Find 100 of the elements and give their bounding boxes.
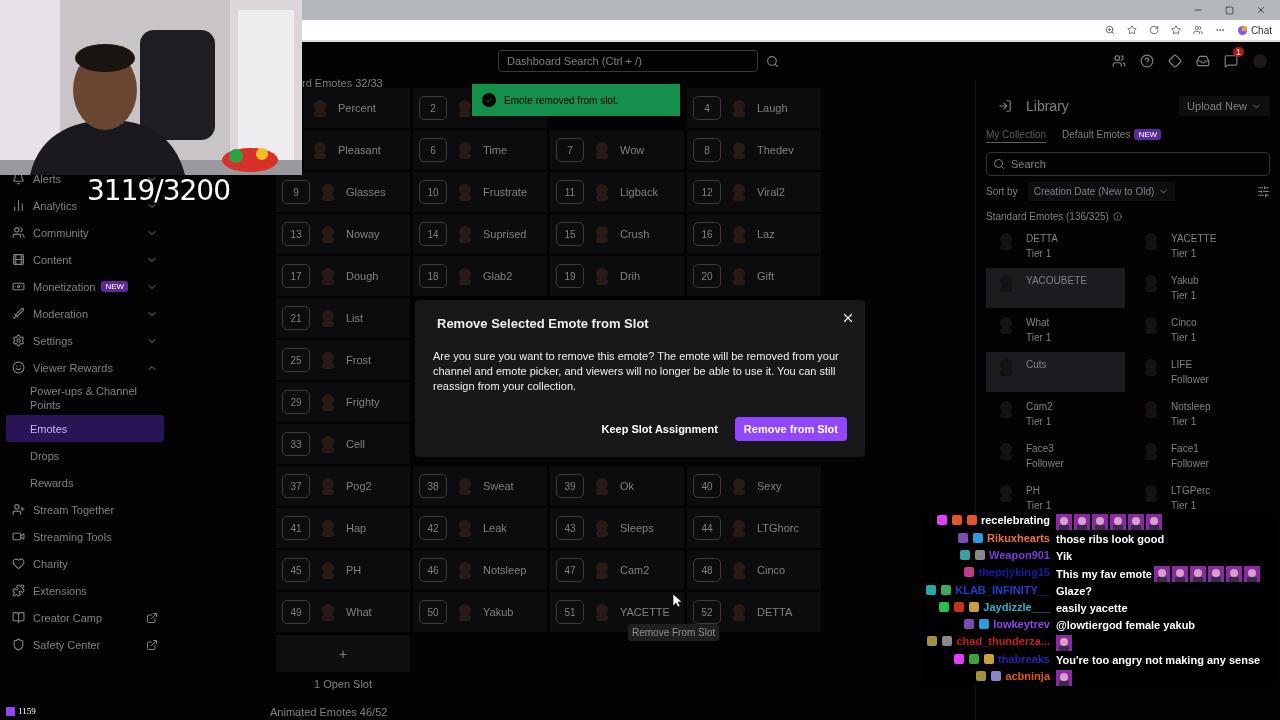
emote-name: LTGPerc [1171, 484, 1211, 498]
slot-number: 19 [556, 264, 584, 288]
emote-name: Percent [338, 102, 376, 114]
viewer-count: 1159 [18, 706, 36, 716]
emote-name: Wow [620, 144, 645, 156]
emote-name: Time [483, 144, 508, 156]
slot-number: 4 [693, 96, 721, 120]
slot-number: 2 [419, 96, 447, 120]
slot-number: 7 [556, 138, 584, 162]
emote-tier-label: Tier 1 [1171, 499, 1198, 513]
slot-number: 20 [693, 264, 721, 288]
emote-name: PH [346, 564, 362, 576]
slot-number: 18 [419, 264, 447, 288]
slot-number: 14 [419, 222, 447, 246]
chat-message: You're too angry not making any sense [1056, 653, 1261, 668]
slot-number: 50 [419, 600, 447, 624]
section-heading: Animated Emotes 46/52 [270, 706, 389, 718]
chat-message: @lowtiergod female yakub [1056, 618, 1196, 633]
emote-name: YACETTE [1171, 232, 1217, 246]
notification-badge: 1 [1233, 47, 1244, 57]
emote-name: Cinco [1171, 316, 1197, 330]
emote-name: Frighty [346, 396, 380, 408]
slot-number: 45 [282, 558, 310, 582]
slot-number: 11 [556, 180, 584, 204]
emote-name: Suprised [483, 228, 527, 240]
slot-number: 39 [556, 474, 584, 498]
section-heading: Standard Emotes (136/325) [986, 210, 1109, 222]
emote-name: Sweat [483, 480, 514, 492]
new-badge: NEW [1134, 129, 1162, 140]
emote-name: Ok [620, 480, 635, 492]
emote-tier-label: Tier 1 [1171, 331, 1197, 345]
section-heading: rd Emotes 32/33 [301, 80, 384, 88]
slot-number: 16 [693, 222, 721, 246]
slot-number: 48 [693, 558, 721, 582]
emote-name: Notsleep [483, 564, 527, 576]
slot-number: 33 [282, 432, 310, 456]
emote-name: Laz [757, 228, 775, 240]
emote-name: Laugh [757, 102, 788, 114]
emote-name: Frustrate [483, 186, 527, 198]
emote-tier-label: Tier 1 [1026, 331, 1052, 345]
emote-tier-label: Follower [1026, 457, 1064, 471]
open-slot-count: 1 Open Slot [312, 678, 374, 690]
toast-message: Emote removed from slot. [504, 94, 619, 106]
counter-overlay: 3119/3200 [87, 174, 230, 207]
emote-name: Yakub [483, 606, 514, 618]
emote-name: What [1026, 316, 1051, 330]
emote-name: Face1 [1171, 442, 1200, 456]
slot-number: 44 [693, 516, 721, 540]
emote-name: YACETTE [620, 606, 670, 618]
emote-name: Notsleep [1171, 400, 1211, 414]
slot-number: 10 [419, 180, 447, 204]
slot-number: 47 [556, 558, 584, 582]
slot-number: 13 [282, 222, 310, 246]
chat-message: This my fav emote [1056, 566, 1152, 582]
chat-message: those ribs look good [1056, 532, 1165, 547]
emote-tier-label: Tier 1 [1026, 415, 1053, 429]
emote-tier-label: Follower [1171, 373, 1209, 387]
slot-number: 51 [556, 600, 584, 624]
emote-name: Frost [346, 354, 372, 366]
emote-name: Dough [346, 270, 379, 282]
slot-number: 21 [282, 306, 310, 330]
slot-number: 15 [556, 222, 584, 246]
emote-name: DETTA [757, 606, 793, 618]
emote-name: PH [1026, 484, 1041, 498]
chat-message: easily yacette [1056, 601, 1128, 616]
library-title: Library [1026, 98, 1069, 114]
emote-name: Viral2 [757, 186, 785, 198]
slot-number: 6 [419, 138, 447, 162]
emote-name: Cell [346, 438, 365, 450]
emote-name: Glasses [346, 186, 386, 198]
slot-number: 40 [693, 474, 721, 498]
emote-name: DETTA [1026, 232, 1059, 246]
tooltip: Remove From Slot [628, 624, 720, 641]
slot-number: 46 [419, 558, 447, 582]
emote-tier-label: Tier 1 [1171, 247, 1198, 261]
slot-number: 38 [419, 474, 447, 498]
dialog-title: Remove Selected Emote from Slot [436, 316, 650, 331]
emote-name: Noway [346, 228, 380, 240]
emote-name: Sleeps [620, 522, 654, 534]
emote-name: YACOUBETE [1026, 274, 1087, 288]
emote-name: Cam2 [1026, 400, 1053, 414]
emote-name: What [346, 606, 372, 618]
slot-number: 17 [282, 264, 310, 288]
emote-name: LTGhorc [757, 522, 799, 534]
emote-name: Pleasant [338, 144, 381, 156]
slot-number: 25 [282, 348, 310, 372]
slot-number: 8 [693, 138, 721, 162]
new-badge: NEW [101, 281, 129, 292]
emote-name: Drih [620, 270, 641, 282]
slot-number: 43 [556, 516, 584, 540]
emote-name: Pog2 [346, 480, 372, 492]
emote-name: Face3 [1026, 442, 1055, 456]
emote-tier-label: Tier 1 [1026, 499, 1052, 513]
emote-name: Yakub [1171, 274, 1199, 288]
sort-label: Sort by [986, 185, 1018, 197]
emote-name: Ligback [620, 186, 658, 198]
emote-name: LIFE [1171, 358, 1194, 372]
emote-name: Glab2 [483, 270, 513, 282]
emote-name: Hap [346, 522, 367, 534]
emote-name: Thedev [757, 144, 794, 156]
